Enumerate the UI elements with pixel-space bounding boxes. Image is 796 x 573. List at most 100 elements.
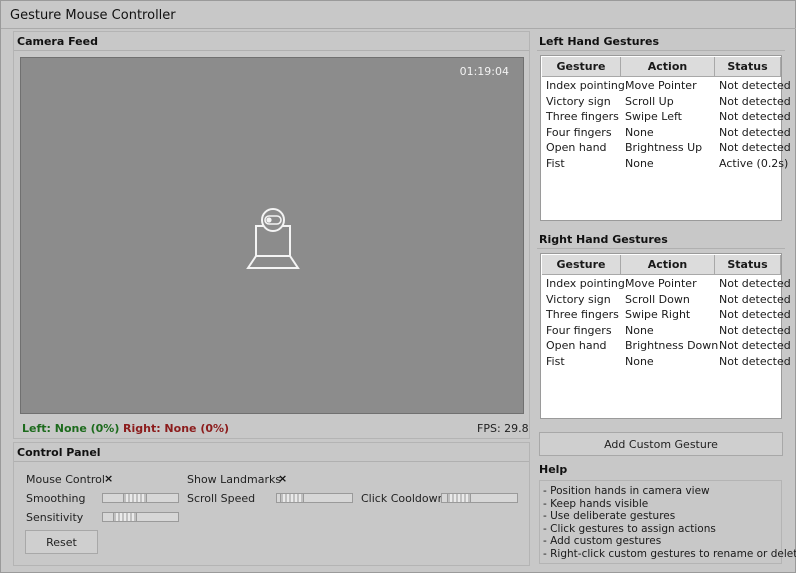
table-body: Index pointing Move Pointer Not detected Vi… (542, 78, 791, 172)
status-cell: Not detected (719, 110, 791, 123)
table-row[interactable]: Fist None Not detected (542, 354, 791, 370)
webcam-icon (246, 208, 300, 269)
smoothing-slider-thumb[interactable] (123, 494, 147, 502)
left-gestures-label: Left Hand Gestures (539, 35, 660, 48)
status-cell: Not detected (719, 308, 791, 321)
help-line: - Add custom gestures (543, 535, 662, 547)
column-header-status[interactable]: Status (715, 255, 781, 275)
camera-feed-label: Camera Feed (17, 35, 98, 48)
gesture-cell: Three fingers (546, 308, 619, 321)
show-landmarks-label: Show Landmarks (187, 473, 282, 486)
smoothing-slider[interactable] (102, 493, 179, 503)
status-cell: Not detected (719, 141, 791, 154)
gesture-cell: Four fingers (546, 125, 612, 139)
status-cell: Not detected (719, 277, 791, 290)
left-hand-status: Left: None (0%) (22, 422, 120, 435)
table-row[interactable]: Four fingers None Not detected (542, 323, 791, 339)
action-cell: None (625, 125, 654, 139)
help-line: - Use deliberate gestures (543, 510, 676, 522)
gesture-cell: Three fingers (546, 110, 619, 123)
column-header-status[interactable]: Status (715, 57, 781, 77)
table-row[interactable]: Open hand Brightness Down Not detected (542, 338, 791, 354)
column-header-action[interactable]: Action (621, 57, 715, 77)
table-body: Index pointing Move Pointer Not detected Vi… (542, 276, 791, 370)
column-header-gesture[interactable]: Gesture (542, 57, 621, 77)
control-panel-label: Control Panel (17, 446, 101, 459)
right-gestures-table[interactable]: Gesture Action Status Index pointing Move… (540, 253, 791, 419)
camera-view[interactable]: 01:19:04 (20, 57, 524, 414)
table-row[interactable]: Victory sign Scroll Down Not detected (542, 292, 791, 308)
table-row[interactable]: Victory sign Scroll Up Not detected (542, 94, 791, 110)
help-label: Help (539, 463, 568, 476)
action-cell: Swipe Left (625, 110, 682, 123)
gesture-cell: Index pointing (546, 277, 625, 290)
action-cell: Scroll Down (625, 292, 690, 306)
show-landmarks-checkbox[interactable]: × (278, 472, 287, 485)
gesture-cell: Victory sign (546, 94, 611, 108)
status-cell: Not detected (719, 323, 791, 337)
help-line: - Click gestures to assign actions (543, 522, 716, 535)
fps-readout: FPS: 29.8 (477, 422, 529, 435)
sensitivity-slider[interactable] (102, 512, 179, 522)
table-row[interactable]: Open hand Brightness Up Not detected (542, 140, 791, 156)
app-window: Gesture Mouse Controller Camera Feed 01:… (0, 0, 796, 573)
title-divider (1, 28, 796, 29)
left-gestures-table[interactable]: Gesture Action Status Index pointing Move… (540, 55, 791, 221)
click-cooldown-label: Click Cooldown (361, 492, 445, 505)
help-panel: - Position hands in camera view - Keep ha… (539, 480, 796, 564)
sensitivity-slider-thumb[interactable] (113, 513, 137, 521)
column-header-action[interactable]: Action (621, 255, 715, 275)
table-row[interactable]: Fist None Active (0.2s) (542, 156, 789, 172)
action-cell: Move Pointer (625, 277, 697, 290)
gesture-cell: Fist (546, 354, 565, 368)
status-cell: Not detected (719, 94, 791, 108)
add-custom-gesture-button[interactable]: Add Custom Gesture (539, 432, 783, 456)
action-cell: Move Pointer (625, 79, 697, 92)
scroll-speed-label: Scroll Speed (187, 492, 256, 505)
status-cell: Not detected (719, 292, 791, 306)
action-cell: Brightness Down (625, 339, 719, 352)
camera-feed-rule (14, 50, 529, 51)
status-cell: Not detected (719, 354, 791, 368)
status-cell: Active (0.2s) (719, 156, 789, 170)
smoothing-label: Smoothing (26, 492, 86, 505)
right-hand-status: Right: None (0%) (123, 422, 230, 435)
table-row[interactable]: Index pointing Move Pointer Not detected (542, 276, 791, 292)
camera-timestamp: 01:19:04 (459, 65, 509, 78)
action-cell: Scroll Up (625, 94, 674, 108)
table-row[interactable]: Three fingers Swipe Left Not detected (542, 109, 791, 125)
scroll-speed-slider[interactable] (276, 493, 353, 503)
help-line: - Position hands in camera view (543, 485, 710, 497)
gesture-cell: Open hand (546, 141, 607, 154)
gesture-cell: Four fingers (546, 323, 612, 337)
mouse-control-checkbox[interactable]: × (104, 472, 113, 485)
action-cell: None (625, 156, 654, 170)
right-gestures-rule (537, 248, 785, 249)
gesture-cell: Fist (546, 156, 565, 170)
status-cell: Not detected (719, 79, 791, 92)
table-row[interactable]: Index pointing Move Pointer Not detected (542, 78, 791, 94)
click-cooldown-slider-thumb[interactable] (447, 494, 471, 502)
table-row[interactable]: Three fingers Swipe Right Not detected (542, 307, 791, 323)
left-gestures-rule (537, 50, 785, 51)
table-header: Gesture Action Status (542, 255, 781, 275)
scroll-speed-slider-thumb[interactable] (280, 494, 304, 502)
gesture-cell: Index pointing (546, 79, 625, 92)
reset-button[interactable]: Reset (25, 530, 98, 554)
click-cooldown-slider[interactable] (441, 493, 518, 503)
table-row[interactable]: Four fingers None Not detected (542, 125, 791, 141)
right-gestures-label: Right Hand Gestures (539, 233, 668, 246)
help-line: - Keep hands visible (543, 497, 649, 510)
mouse-control-label: Mouse Control (26, 473, 105, 486)
column-header-gesture[interactable]: Gesture (542, 255, 621, 275)
status-cell: Not detected (719, 339, 791, 352)
status-cell: Not detected (719, 125, 791, 139)
action-cell: Brightness Up (625, 141, 703, 154)
gesture-cell: Victory sign (546, 292, 611, 306)
action-cell: None (625, 354, 654, 368)
table-header: Gesture Action Status (542, 57, 781, 77)
gesture-cell: Open hand (546, 339, 607, 352)
window-title: Gesture Mouse Controller (10, 8, 176, 23)
help-line: - Right-click custom gestures to rename … (543, 547, 796, 560)
control-panel-rule (14, 461, 529, 462)
